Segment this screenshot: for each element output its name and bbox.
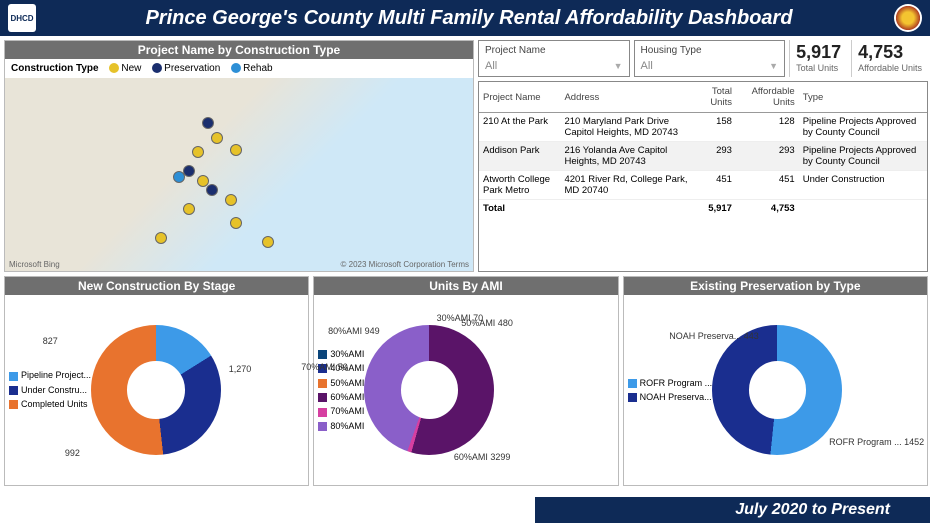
table-total-units: 5,917 (694, 200, 736, 218)
chart-units-by-ami: Units By AMI 30%AMI40%AMI50%AMI60%AMI70%… (313, 276, 618, 486)
map-dot[interactable] (202, 117, 214, 129)
map-canvas[interactable]: Microsoft Bing © 2023 Microsoft Corporat… (5, 78, 473, 271)
legend-item[interactable]: Under Constru... (9, 383, 91, 397)
chart-preservation: Existing Preservation by Type ROFR Progr… (623, 276, 928, 486)
legend-item[interactable]: NOAH Preserva... (628, 390, 713, 404)
kpi-affordable-units: 4,753 Affordable Units (851, 40, 928, 77)
map-dot[interactable] (262, 236, 274, 248)
filter-label: Housing Type (641, 45, 779, 56)
filter-housing-type[interactable]: Housing Type All ▼ (634, 40, 786, 77)
chart-legend: ROFR Program ...NOAH Preserva... (628, 376, 713, 405)
page-title: Prince George's County Multi Family Rent… (44, 7, 894, 30)
map-panel: Project Name by Construction Type Constr… (4, 40, 474, 272)
legend-item[interactable]: 50%AMI (318, 376, 364, 390)
right-top-region: Project Name All ▼ Housing Type All ▼ 5,91… (478, 40, 928, 272)
table-row[interactable]: Addison Park216 Yolanda Ave Capitol Heig… (479, 142, 927, 171)
map-attrib-right: © 2023 Microsoft Corporation Terms (341, 260, 469, 269)
chart-new-construction: New Construction By Stage Pipeline Proje… (4, 276, 309, 486)
donut-chart[interactable]: ROFR Program ... 1452NOAH Preserva... 44… (712, 325, 842, 455)
chart-title: New Construction By Stage (5, 277, 308, 295)
footer-date-range: July 2020 to Present (535, 497, 930, 523)
map-dot[interactable] (192, 146, 204, 158)
col-header[interactable]: Address (560, 82, 694, 113)
chart-title: Existing Preservation by Type (624, 277, 927, 295)
map-dot[interactable] (225, 194, 237, 206)
map-legend-title: Construction Type (11, 63, 99, 74)
map-dot[interactable] (183, 203, 195, 215)
legend-swatch-rehab (231, 63, 241, 73)
col-header[interactable]: Total Units (694, 82, 736, 113)
chart-title: Units By AMI (314, 277, 617, 295)
col-header[interactable]: Project Name (479, 82, 560, 113)
dhcd-logo: DHCD (8, 4, 36, 32)
map-dot[interactable] (155, 232, 167, 244)
legend-label: Preservation (164, 63, 220, 74)
map-panel-title: Project Name by Construction Type (5, 41, 473, 59)
legend-label: New (121, 63, 141, 74)
legend-item[interactable]: 70%AMI (318, 404, 364, 418)
legend-item[interactable]: Completed Units (9, 397, 91, 411)
chart-legend: Pipeline Project...Under Constru...Compl… (9, 368, 91, 411)
legend-item[interactable]: 80%AMI (318, 419, 364, 433)
filter-project-name[interactable]: Project Name All ▼ (478, 40, 630, 77)
col-header[interactable]: Affordable Units (736, 82, 799, 113)
kpi-total-units: 5,917 Total Units (789, 40, 847, 77)
table-row[interactable]: 210 At the Park210 Maryland Park Drive C… (479, 113, 927, 142)
legend-label: Rehab (243, 63, 272, 74)
map-dot[interactable] (173, 171, 185, 183)
legend-item[interactable]: 60%AMI (318, 390, 364, 404)
chart-legend: 30%AMI40%AMI50%AMI60%AMI70%AMI80%AMI (318, 347, 364, 433)
filter-value: All (485, 60, 497, 72)
legend-item[interactable]: 30%AMI (318, 347, 364, 361)
chevron-down-icon: ▼ (614, 61, 623, 71)
map-attrib-left: Microsoft Bing (9, 260, 60, 269)
donut-chart[interactable]: 30%AMI 7050%AMI 48060%AMI 329970%AMI 508… (364, 325, 494, 455)
map-legend: Construction Type New Preservation Rehab (5, 59, 473, 78)
filter-value: All (641, 60, 653, 72)
map-dot[interactable] (230, 217, 242, 229)
legend-swatch-preservation (152, 63, 162, 73)
legend-swatch-new (109, 63, 119, 73)
legend-item[interactable]: Pipeline Project... (9, 368, 91, 382)
col-header[interactable]: Type (799, 82, 927, 113)
header-bar: DHCD Prince George's County Multi Family… (0, 0, 930, 36)
donut-chart[interactable]: 1,270992827 (91, 325, 221, 455)
kpi-value: 4,753 (858, 42, 922, 63)
map-dot[interactable] (206, 184, 218, 196)
map-dot[interactable] (230, 144, 242, 156)
kpi-value: 5,917 (796, 42, 841, 63)
projects-table[interactable]: Project Name Address Total Units Afforda… (478, 81, 928, 272)
kpi-label: Total Units (796, 63, 841, 73)
table-total-label: Total (479, 200, 560, 218)
table-row[interactable]: Atworth College Park Metro4201 River Rd,… (479, 171, 927, 200)
filter-label: Project Name (485, 45, 623, 56)
chevron-down-icon: ▼ (769, 61, 778, 71)
county-seal-icon (894, 4, 922, 32)
kpi-label: Affordable Units (858, 63, 922, 73)
map-dot[interactable] (211, 132, 223, 144)
legend-item[interactable]: ROFR Program ... (628, 376, 713, 390)
table-total-afford: 4,753 (736, 200, 799, 218)
